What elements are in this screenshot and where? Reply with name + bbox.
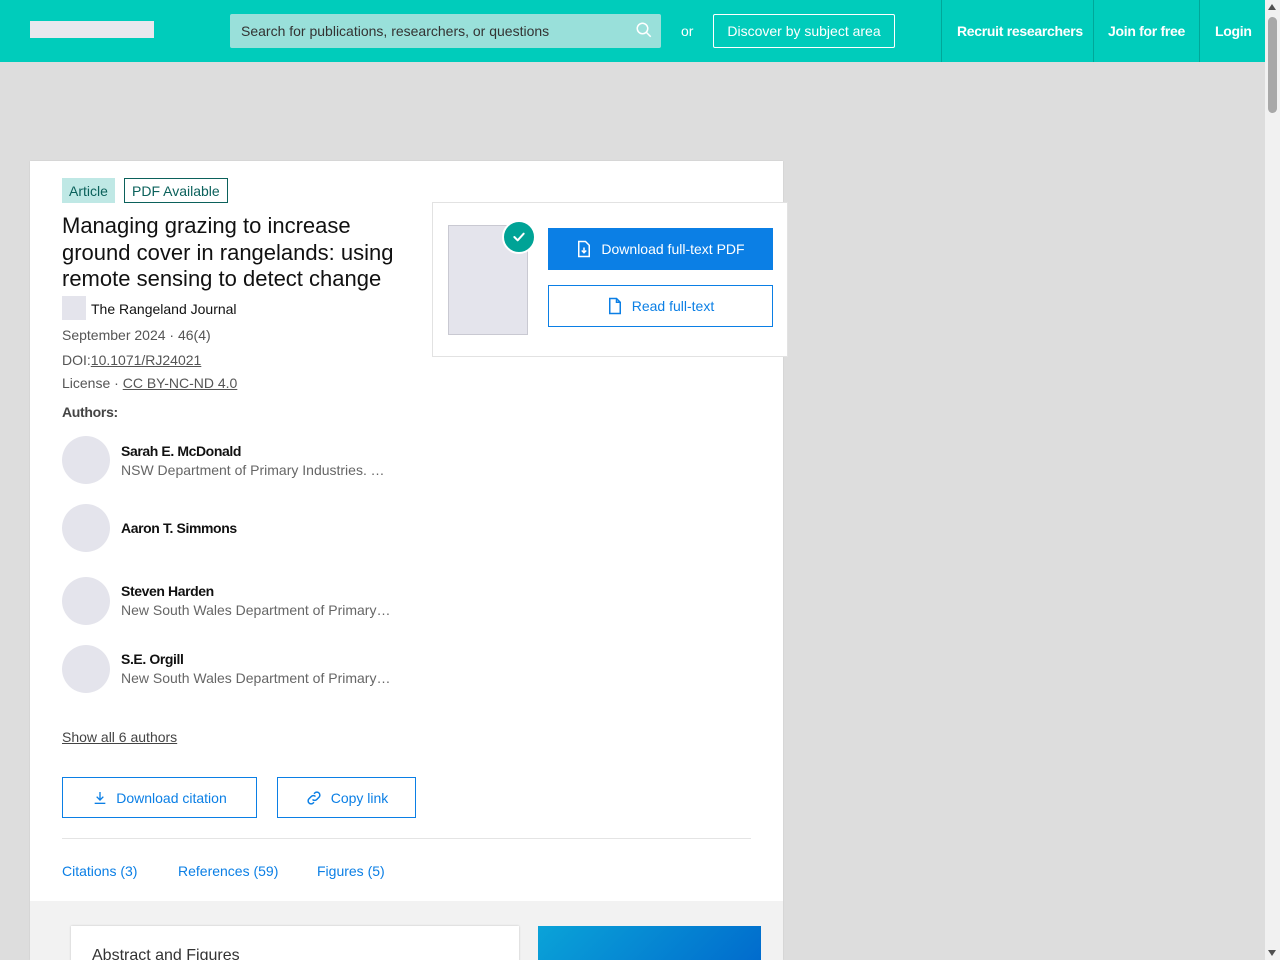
recruit-researchers-link[interactable]: Recruit researchers — [957, 0, 1083, 62]
top-navbar: or Discover by subject area Recruit rese… — [0, 0, 1265, 62]
login-link[interactable]: Login — [1215, 0, 1252, 62]
doi-row: DOI:10.1071/RJ24021 — [62, 352, 201, 368]
nav-divider — [1093, 0, 1094, 62]
scroll-up-arrow-icon[interactable] — [1268, 4, 1276, 10]
tab-figures[interactable]: Figures (5) — [317, 863, 385, 879]
author-name[interactable]: Aaron T. Simmons — [121, 520, 237, 536]
read-full-text-button[interactable]: Read full-text — [548, 285, 773, 327]
document-icon — [608, 297, 621, 315]
scroll-down-arrow-icon[interactable] — [1268, 950, 1276, 956]
doi-link[interactable]: 10.1071/RJ24021 — [91, 352, 202, 368]
author-item[interactable]: Steven Harden New South Wales Department… — [62, 577, 402, 625]
author-item[interactable]: S.E. Orgill New South Wales Department o… — [62, 645, 402, 693]
pdf-panel: Download full-text PDF Read full-text — [432, 202, 788, 357]
content-area: Abstract and Figures — [30, 901, 783, 960]
search-bar[interactable] — [230, 14, 661, 48]
avatar[interactable] — [62, 577, 110, 625]
abstract-section: Abstract and Figures — [71, 926, 519, 960]
author-name[interactable]: Sarah E. McDonald — [121, 443, 241, 459]
author-name[interactable]: Steven Harden — [121, 583, 214, 599]
pdf-available-badge: PDF Available — [124, 178, 228, 203]
copy-link-label: Copy link — [330, 789, 389, 806]
nav-divider — [941, 0, 942, 62]
author-affiliation: New South Wales Department of Primary ..… — [121, 670, 391, 686]
search-input[interactable] — [230, 14, 630, 48]
check-icon — [502, 220, 536, 254]
discover-subject-button[interactable]: Discover by subject area — [713, 14, 895, 48]
show-all-authors-link[interactable]: Show all 6 authors — [62, 729, 177, 745]
author-item[interactable]: Sarah E. McDonald NSW Department of Prim… — [62, 436, 402, 484]
abstract-title: Abstract and Figures — [92, 947, 240, 960]
doi-label: DOI: — [62, 352, 91, 368]
read-full-text-label: Read full-text — [631, 298, 715, 314]
author-item[interactable]: Aaron T. Simmons — [62, 504, 402, 552]
search-icon[interactable] — [635, 21, 653, 39]
pdf-download-icon — [578, 240, 591, 258]
link-icon — [307, 790, 321, 805]
promo-banner[interactable] — [538, 926, 761, 960]
author-affiliation: NSW Department of Primary Industries. Tr… — [121, 462, 391, 478]
publication-title: Managing grazing to increase ground cove… — [62, 213, 394, 291]
license-link[interactable]: CC BY-NC-ND 4.0 — [123, 375, 238, 391]
download-citation-button[interactable]: Download citation — [62, 777, 257, 818]
download-citation-label: Download citation — [116, 789, 227, 806]
journal-name-link[interactable]: The Rangeland Journal — [91, 301, 237, 317]
journal-logo — [62, 296, 86, 320]
site-logo[interactable] — [30, 21, 154, 38]
avatar[interactable] — [62, 436, 110, 484]
authors-label: Authors: — [62, 404, 118, 420]
join-for-free-link[interactable]: Join for free — [1108, 0, 1185, 62]
or-text: or — [681, 23, 694, 39]
author-affiliation: New South Wales Department of Primary ..… — [121, 602, 391, 618]
copy-link-button[interactable]: Copy link — [277, 777, 416, 818]
author-name[interactable]: S.E. Orgill — [121, 651, 184, 667]
download-icon — [94, 791, 106, 804]
license-label: License · — [62, 375, 123, 391]
license-row: License · CC BY-NC-ND 4.0 — [62, 375, 237, 391]
section-divider — [62, 838, 751, 839]
page-scrollbar[interactable] — [1265, 0, 1280, 960]
scroll-thumb[interactable] — [1268, 17, 1277, 113]
avatar[interactable] — [62, 645, 110, 693]
tab-citations[interactable]: Citations (3) — [62, 863, 137, 879]
publication-date: September 2024 · 46(4) — [62, 327, 211, 343]
download-pdf-button[interactable]: Download full-text PDF — [548, 228, 773, 270]
avatar[interactable] — [62, 504, 110, 552]
article-type-badge: Article — [62, 178, 115, 203]
nav-divider — [1199, 0, 1200, 62]
download-pdf-label: Download full-text PDF — [601, 241, 745, 257]
tab-references[interactable]: References (59) — [178, 863, 278, 879]
